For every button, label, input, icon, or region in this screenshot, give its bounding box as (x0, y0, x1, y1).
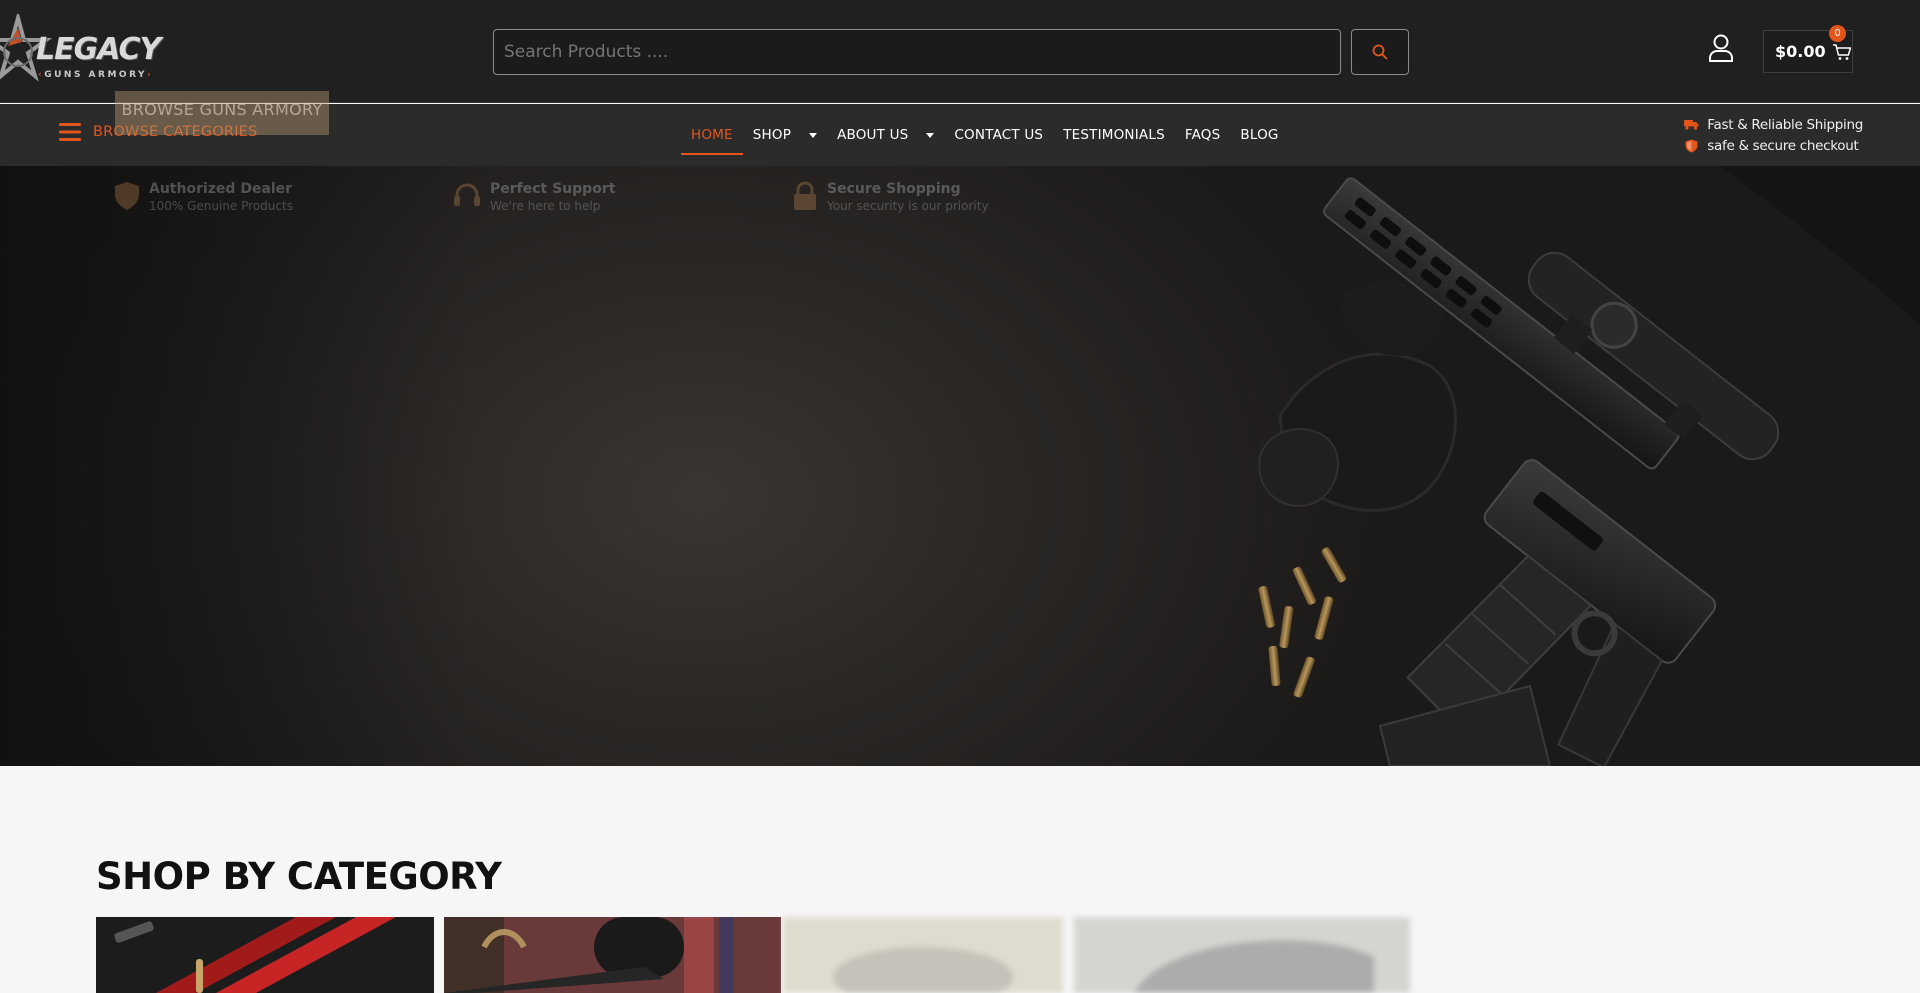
menu-item-contact-us[interactable]: CONTACT US (944, 104, 1053, 166)
menu-item-blog[interactable]: BLOG (1230, 104, 1288, 166)
section-title-shop-by-category: SHOP BY CATEGORY (96, 855, 502, 898)
menu-item-home[interactable]: HOME (681, 104, 743, 166)
feature-title: Secure Shopping (827, 181, 961, 197)
category-image (783, 917, 1063, 993)
perk-shipping-text: Fast & Reliable Shipping (1707, 116, 1863, 133)
chevron-down-icon (809, 132, 818, 138)
menu-item-shop[interactable]: SHOP (743, 104, 827, 166)
cart-button[interactable]: $0.00 0 (1763, 25, 1853, 73)
site-logo[interactable]: LEGACY ‹GUNS ARMORY› (0, 14, 161, 90)
user-account-icon[interactable] (1706, 33, 1736, 63)
headset-icon (454, 183, 480, 206)
category-card[interactable] (1074, 917, 1410, 993)
logo-wordmark: LEGACY (36, 32, 161, 67)
feature-subtitle: 100% Genuine Products (149, 199, 293, 213)
cart-icon (1832, 43, 1851, 60)
cart-count-badge: 0 (1829, 25, 1846, 42)
category-card[interactable] (444, 917, 781, 993)
shield-icon (1685, 139, 1698, 152)
feature-title: Authorized Dealer (149, 181, 293, 197)
category-card[interactable] (96, 917, 434, 993)
search-icon (1372, 44, 1388, 60)
feature-authorized-dealer: Authorized Dealer 100% Genuine Products (113, 181, 293, 213)
menu-item-faqs[interactable]: FAQS (1175, 104, 1231, 166)
shield-icon (115, 182, 139, 210)
category-image (444, 917, 781, 993)
primary-menu: HOME SHOP ABOUT US CONTACT US TESTIMONIA… (681, 104, 1289, 166)
menu-item-testimonials[interactable]: TESTIMONIALS (1053, 104, 1175, 166)
search-input[interactable] (493, 29, 1341, 75)
hero-shade (0, 166, 480, 766)
feature-subtitle: Your security is our priority (827, 199, 989, 213)
feature-perfect-support: Perfect Support We're here to help (452, 181, 615, 213)
feature-secure-shopping: Secure Shopping Your security is our pri… (791, 181, 989, 213)
truck-icon (1684, 120, 1699, 130)
browse-guns-armory-button[interactable]: BROWSE GUNS ARMORY (115, 91, 329, 135)
hero-banner: Authorized Dealer 100% Genuine Products … (0, 166, 1920, 766)
rifle-image (1258, 166, 1920, 766)
perk-checkout-text: safe & secure checkout (1707, 137, 1859, 154)
search-button[interactable] (1351, 29, 1409, 75)
feature-title: Perfect Support (490, 181, 616, 197)
chevron-down-icon (926, 132, 935, 138)
lock-icon (794, 181, 816, 210)
logo-subtitle: ‹GUNS ARMORY› (38, 70, 154, 80)
shipping-perks: Fast & Reliable Shipping safe & secure c… (1684, 114, 1863, 156)
feature-subtitle: We're here to help (490, 199, 601, 213)
perk-shipping: Fast & Reliable Shipping (1684, 114, 1863, 135)
category-image (1074, 917, 1410, 993)
perk-checkout: safe & secure checkout (1684, 135, 1863, 156)
hamburger-menu-icon (59, 123, 81, 141)
category-image (96, 917, 434, 993)
category-card[interactable] (783, 917, 1063, 993)
top-header: LEGACY ‹GUNS ARMORY› $0.00 0 (0, 0, 1920, 103)
category-carousel (96, 917, 1416, 993)
cart-total: $0.00 (1775, 42, 1826, 61)
menu-item-about-us[interactable]: ABOUT US (827, 104, 944, 166)
hero-features: Authorized Dealer 100% Genuine Products … (113, 181, 1113, 221)
